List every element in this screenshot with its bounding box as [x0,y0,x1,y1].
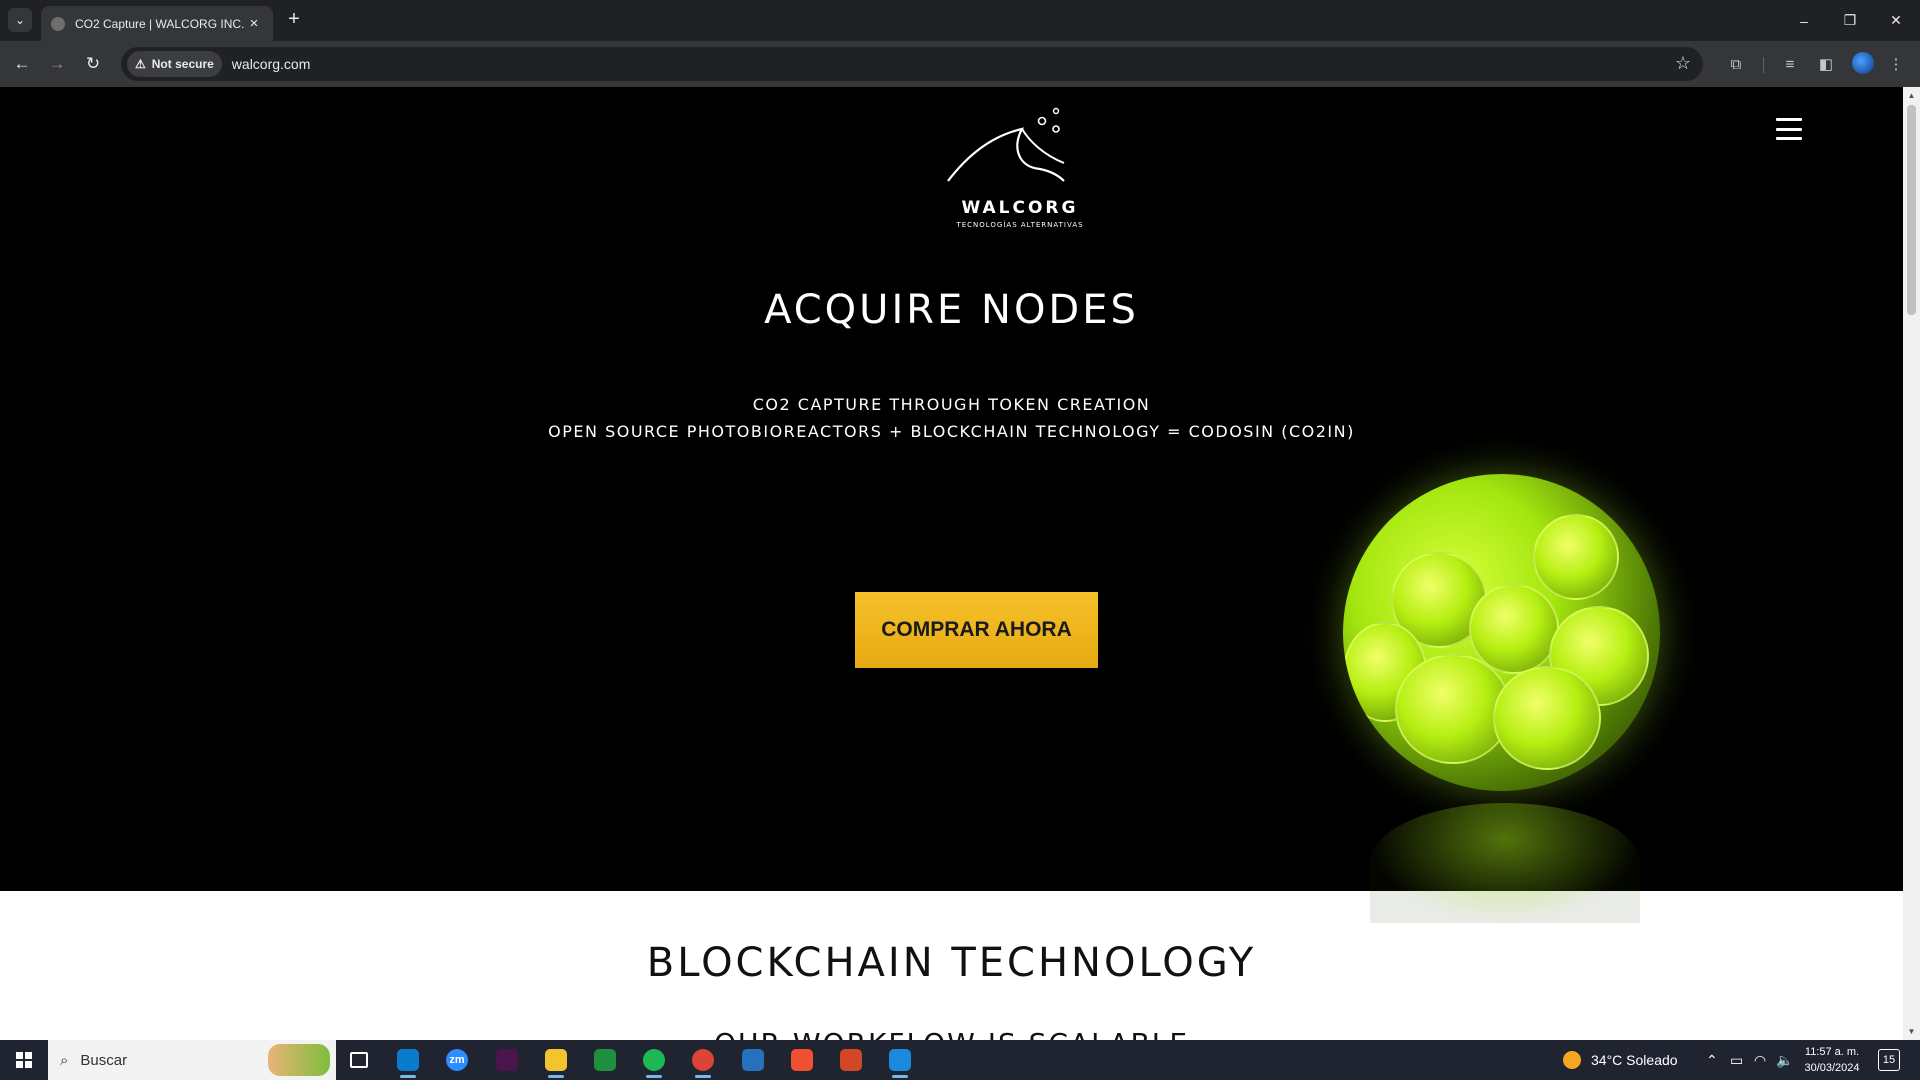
tab-search-chevron-icon[interactable]: ⌄ [8,8,32,32]
algae-cell [1493,666,1601,770]
git-icon [791,1049,813,1071]
zoom-taskbar-icon[interactable]: zm [437,1044,477,1076]
slack-icon [496,1049,518,1071]
weather-sun-icon [1563,1051,1581,1069]
warning-triangle-icon: ⚠ [135,57,146,71]
vscode-taskbar-icon[interactable] [388,1044,428,1078]
browser-toolbar: ← → ↻ ⚠ Not secure walcorg.com ☆ ⧉ ≡ ◧ ⋮ [0,41,1920,87]
task-view-taskbar-icon[interactable] [339,1044,379,1076]
window-close-icon[interactable]: ✕ [1873,0,1919,41]
new-tab-plus-icon[interactable]: + [282,8,306,32]
sphere-reflection [1370,803,1640,923]
powershell-icon [742,1049,764,1071]
page-scrollbar[interactable]: ▲ ▼ [1903,87,1920,1040]
address-bar[interactable]: ⚠ Not secure walcorg.com ☆ [121,47,1703,81]
page-viewport: WALCORG TECNOLOGÍAS ALTERNATIVAS Acquire… [0,87,1920,1040]
walcorg-logo[interactable]: WALCORG TECNOLOGÍAS ALTERNATIVAS [940,107,1100,229]
paint-icon [889,1049,911,1071]
weather-widget[interactable]: 34°C Soleado [1563,1040,1678,1080]
profile-avatar[interactable] [1852,52,1874,74]
task-view-icon [350,1052,368,1068]
toolbar-divider [1763,57,1764,73]
clock-date: 30/03/2024 [1804,1062,1860,1074]
spotify-taskbar-icon[interactable] [634,1044,674,1078]
wifi-icon[interactable]: ◠ [1754,1040,1766,1080]
forward-arrow-icon[interactable]: → [45,52,69,76]
system-clock[interactable]: 11:57 a. m. 30/03/2024 [1800,1044,1864,1076]
file-explorer-taskbar-icon[interactable] [536,1044,576,1078]
restore-icon[interactable]: ❐ [1827,0,1873,41]
algae-cell [1533,514,1619,600]
chrome-taskbar-icon[interactable] [683,1044,723,1078]
scroll-up-arrow-icon[interactable]: ▲ [1903,87,1920,104]
spotify-icon [643,1049,665,1071]
volume-icon[interactable]: 🔈 [1776,1040,1793,1080]
wave-logo-icon [947,107,1065,182]
hero-tagline-line2: OPEN SOURCE PHOTOBIOREACTORS + BLOCKCHAI… [548,422,1355,441]
slack-taskbar-icon[interactable] [487,1044,527,1076]
powershell-taskbar-icon[interactable] [733,1044,773,1076]
hero-section: WALCORG TECNOLOGÍAS ALTERNATIVAS Acquire… [0,87,1903,923]
tab-favicon-icon [51,16,65,31]
tab-title: CO2 Capture | WALCORG INC. [75,16,245,31]
section-title: Blockchain Technology [646,940,1257,986]
chrome-icon [692,1049,714,1071]
scroll-thumb[interactable] [1907,105,1916,315]
git-taskbar-icon[interactable] [782,1044,822,1076]
logo-wordmark: WALCORG [961,198,1079,218]
active-tab[interactable]: CO2 Capture | WALCORG INC. × [41,6,273,41]
powerpoint-icon [840,1049,862,1071]
side-panel-icon[interactable]: ◧ [1814,52,1838,76]
start-windows-icon[interactable] [0,1040,48,1080]
scroll-down-arrow-icon[interactable]: ▼ [1903,1023,1920,1040]
hero-title: Acquire Nodes [764,287,1139,333]
site-info-chip[interactable]: ⚠ Not secure [127,51,222,77]
clock-time: 11:57 a. m. [1804,1046,1860,1058]
taskbar-search[interactable]: ⌕ Buscar [48,1040,336,1080]
taskbar-search-label: Buscar [80,1051,128,1069]
notification-center-icon[interactable]: 15 [1878,1049,1900,1071]
security-label: Not secure [151,57,214,71]
extensions-puzzle-icon[interactable]: ⧉ [1724,52,1748,76]
meet-icon[interactable]: ▭ [1730,1040,1743,1080]
section-subtitle: OUR WORKFLOW IS SCALABLE [0,1027,1903,1040]
buy-now-button[interactable]: COMPRAR AHORA [855,592,1098,668]
url-text[interactable]: walcorg.com [232,56,311,72]
powerpoint-taskbar-icon[interactable] [831,1044,871,1076]
hamburger-menu-icon[interactable] [1776,118,1802,140]
search-icon: ⌕ [60,1051,69,1069]
reload-icon[interactable]: ↻ [81,52,105,76]
algae-sphere-image [1343,474,1660,791]
zoom-icon: zm [446,1049,468,1071]
tray-chevron-icon[interactable]: ⌃ [1706,1040,1718,1080]
logo-tagline: TECNOLOGÍAS ALTERNATIVAS [956,221,1084,229]
kebab-menu-icon[interactable]: ⋮ [1884,52,1908,76]
media-control-icon[interactable]: ≡ [1778,52,1802,76]
bookmark-star-icon[interactable]: ☆ [1675,53,1691,74]
hero-tagline-line1: CO2 CAPTURE THROUGH TOKEN CREATION [752,395,1151,414]
stocks-icon [594,1049,616,1071]
back-arrow-icon[interactable]: ← [10,52,34,76]
vscode-icon [397,1049,419,1071]
minimize-icon[interactable]: – [1781,0,1827,41]
search-highlight-image [268,1044,330,1076]
stocks-taskbar-icon[interactable] [585,1044,625,1076]
tab-bar: ⌄ CO2 Capture | WALCORG INC. × + – ❐ ✕ [0,0,1920,41]
weather-text: 34°C Soleado [1591,1052,1678,1068]
algae-cell [1469,584,1559,674]
windows-taskbar: ⌕ Buscar 34°C Soleado ⌃ ▭ ◠ 🔈 11:57 a. m… [0,1040,1920,1080]
paint-taskbar-icon[interactable] [880,1044,920,1078]
file-explorer-icon [545,1049,567,1071]
tab-close-icon[interactable]: × [245,15,263,32]
